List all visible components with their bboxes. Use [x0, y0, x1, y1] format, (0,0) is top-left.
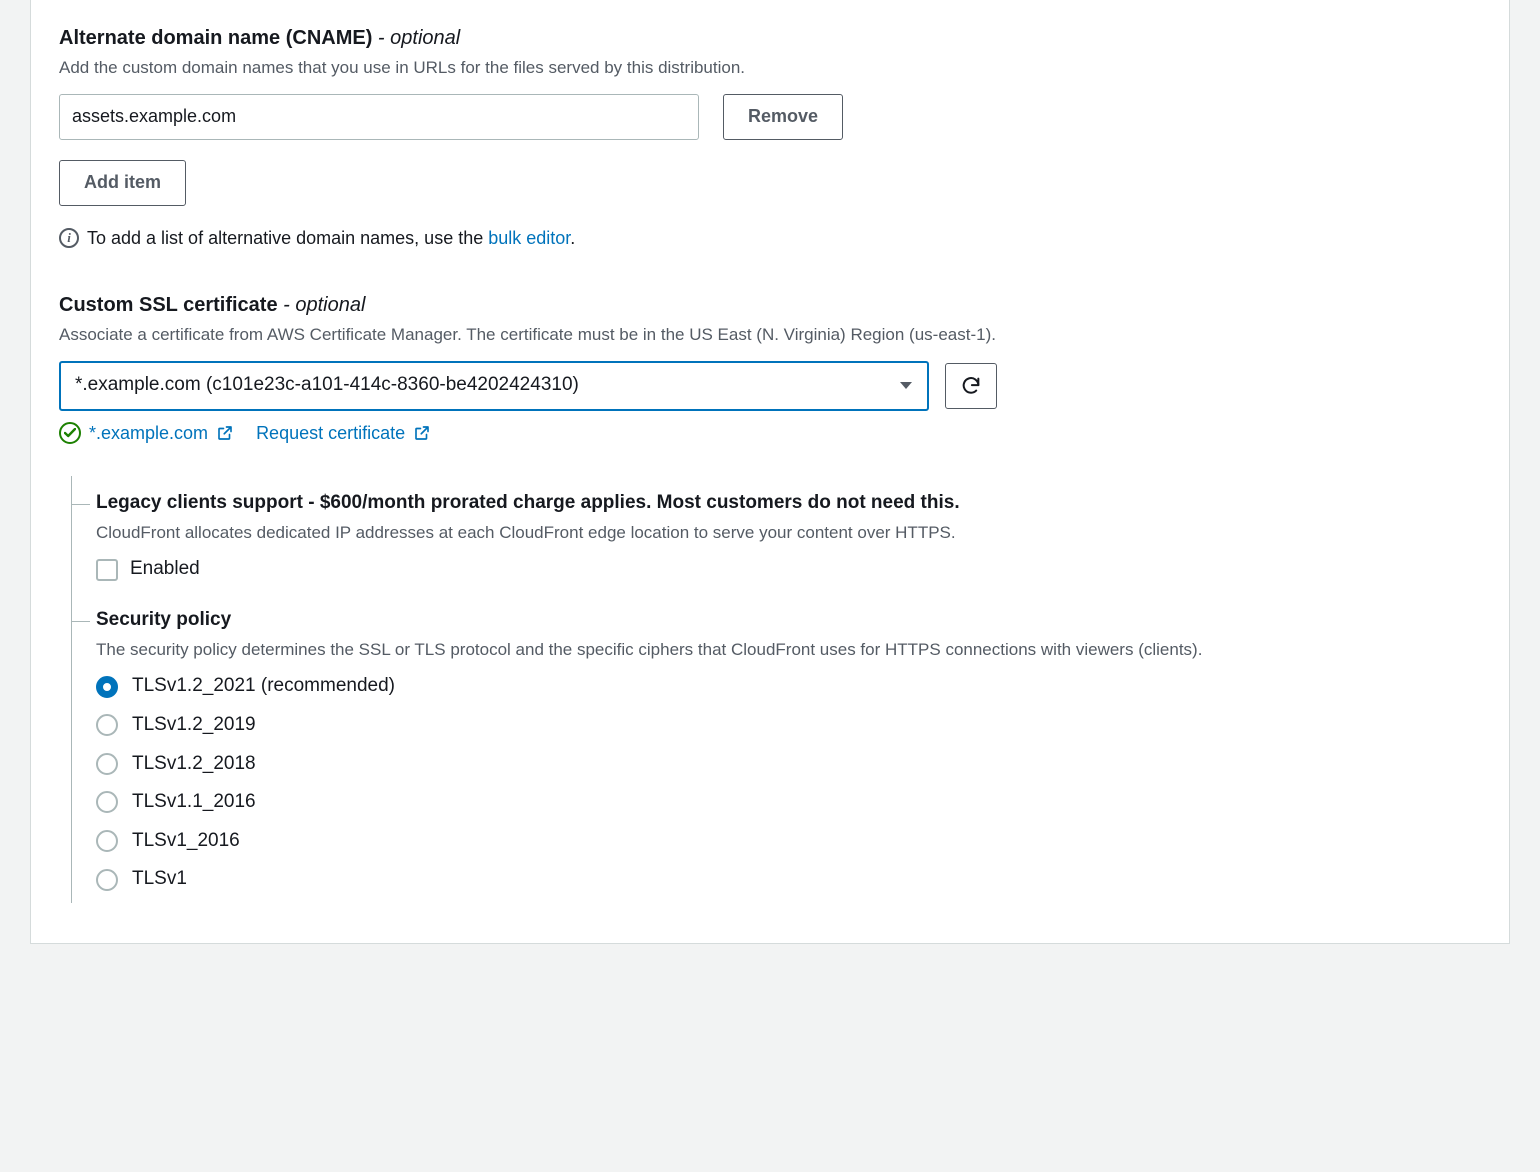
ssl-label-text: Custom SSL certificate — [59, 294, 278, 316]
legacy-checkbox-label: Enabled — [130, 556, 200, 583]
policy-radio-option[interactable]: TLSv1.1_2016 — [96, 789, 1481, 816]
refresh-icon — [960, 375, 982, 397]
policy-radio-option[interactable]: TLSv1_2016 — [96, 828, 1481, 855]
policy-option-label: TLSv1.2_2021 (recommended) — [132, 673, 395, 700]
hint-prefix: To add a list of alternative domain name… — [87, 228, 488, 248]
add-item-button[interactable]: Add item — [59, 160, 186, 206]
cname-optional: - optional — [372, 27, 460, 49]
bulk-editor-link[interactable]: bulk editor — [488, 228, 570, 248]
ssl-certificate-select[interactable]: *.example.com (c101e23c-a101-414c-8360-b… — [59, 361, 929, 411]
certificate-domain-text: *.example.com — [89, 421, 208, 446]
ssl-field: Custom SSL certificate - optional Associ… — [59, 291, 1481, 903]
policy-radio-group: TLSv1.2_2021 (recommended) TLSv1.2_2019 TL… — [96, 673, 1481, 893]
radio-icon — [96, 714, 118, 736]
check-circle-icon — [59, 422, 81, 444]
security-policy-section: Security policy The security policy dete… — [96, 593, 1481, 903]
cname-label-text: Alternate domain name (CNAME) — [59, 27, 372, 49]
request-certificate-text: Request certificate — [256, 421, 405, 446]
info-icon: i — [59, 228, 79, 248]
remove-button[interactable]: Remove — [723, 94, 843, 140]
ssl-desc: Associate a certificate from AWS Certifi… — [59, 323, 1481, 347]
hint-suffix: . — [570, 228, 575, 248]
legacy-clients-section: Legacy clients support - $600/month pror… — [96, 476, 1481, 593]
request-certificate-link[interactable]: Request certificate — [256, 421, 431, 446]
ssl-subsettings: Legacy clients support - $600/month pror… — [71, 476, 1481, 903]
policy-desc: The security policy determines the SSL o… — [96, 638, 1481, 662]
radio-icon — [96, 753, 118, 775]
legacy-enabled-checkbox[interactable]: Enabled — [96, 556, 1481, 583]
policy-label: Security policy — [96, 607, 1481, 634]
policy-option-label: TLSv1_2016 — [132, 828, 240, 855]
cname-input[interactable] — [59, 94, 699, 140]
cname-field: Alternate domain name (CNAME) - optional… — [59, 24, 1481, 251]
policy-radio-option[interactable]: TLSv1.2_2021 (recommended) — [96, 673, 1481, 700]
legacy-desc: CloudFront allocates dedicated IP addres… — [96, 521, 1481, 545]
policy-radio-option[interactable]: TLSv1.2_2018 — [96, 751, 1481, 778]
policy-option-label: TLSv1.2_2018 — [132, 751, 256, 778]
radio-icon — [96, 676, 118, 698]
external-link-icon — [413, 424, 431, 442]
bulk-editor-hint: i To add a list of alternative domain na… — [59, 226, 1481, 251]
external-link-icon — [216, 424, 234, 442]
radio-icon — [96, 869, 118, 891]
caret-down-icon — [899, 381, 913, 391]
ssl-label: Custom SSL certificate - optional — [59, 291, 1481, 319]
ssl-selected-value: *.example.com (c101e23c-a101-414c-8360-b… — [75, 372, 579, 399]
refresh-button[interactable] — [945, 363, 997, 409]
policy-radio-option[interactable]: TLSv1.2_2019 — [96, 712, 1481, 739]
legacy-label: Legacy clients support - $600/month pror… — [96, 490, 1481, 517]
policy-option-label: TLSv1.1_2016 — [132, 789, 256, 816]
certificate-domain-link[interactable]: *.example.com — [89, 421, 234, 446]
distribution-settings-panel: Alternate domain name (CNAME) - optional… — [30, 0, 1510, 944]
checkbox-icon — [96, 559, 118, 581]
cname-desc: Add the custom domain names that you use… — [59, 56, 1481, 80]
policy-option-label: TLSv1.2_2019 — [132, 712, 256, 739]
cname-label: Alternate domain name (CNAME) - optional — [59, 24, 1481, 52]
policy-radio-option[interactable]: TLSv1 — [96, 866, 1481, 893]
radio-icon — [96, 791, 118, 813]
ssl-optional: - optional — [278, 294, 366, 316]
radio-icon — [96, 830, 118, 852]
policy-option-label: TLSv1 — [132, 866, 187, 893]
